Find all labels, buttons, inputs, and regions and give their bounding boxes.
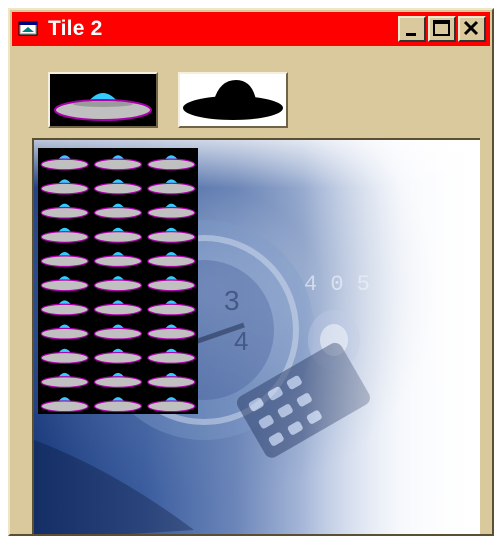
ufo-tile xyxy=(40,179,89,195)
ufo-tile xyxy=(147,276,196,292)
window-app-icon[interactable] xyxy=(18,20,40,38)
ufo-tile xyxy=(40,300,89,316)
minimize-icon xyxy=(406,33,416,36)
ufo-tile xyxy=(40,348,89,364)
ufo-tile xyxy=(40,155,89,171)
ufo-tile xyxy=(93,251,143,268)
ufo-tile xyxy=(147,300,196,316)
ufo-tile xyxy=(147,203,196,219)
maximize-icon xyxy=(433,20,450,36)
tile-picture-area[interactable]: 3 4 4 0 5 xyxy=(32,138,480,534)
ufo-tile xyxy=(147,179,196,195)
ufo-tile xyxy=(93,397,143,413)
ufo-sprite-icon xyxy=(50,74,156,126)
ufo-mask-picture[interactable] xyxy=(178,72,288,128)
ufo-tile xyxy=(147,227,196,243)
ufo-tile xyxy=(40,372,89,388)
close-button[interactable] xyxy=(458,16,486,42)
ufo-tile xyxy=(147,372,196,388)
close-icon xyxy=(463,20,479,36)
window-title: Tile 2 xyxy=(48,17,103,40)
ufo-tile xyxy=(40,276,89,292)
ufo-tile xyxy=(147,348,196,364)
ufo-sprite-picture[interactable] xyxy=(48,72,158,128)
ufo-tile-grid xyxy=(38,148,198,414)
ufo-mask-icon xyxy=(180,74,286,126)
ufo-tile xyxy=(147,397,196,413)
ufo-tile xyxy=(147,251,196,268)
ufo-tile xyxy=(93,348,143,364)
ufo-tile xyxy=(93,179,143,195)
ufo-tile xyxy=(40,324,89,340)
ufo-tile xyxy=(93,227,143,243)
ufo-tile xyxy=(93,372,143,388)
caption-buttons xyxy=(396,16,486,42)
title-bar[interactable]: Tile 2 xyxy=(12,12,490,46)
maximize-button[interactable] xyxy=(428,16,456,42)
ufo-tile xyxy=(40,203,89,219)
tile-window: Tile 2 xyxy=(8,8,494,536)
ufo-tile xyxy=(93,276,143,292)
ufo-tile xyxy=(147,324,196,340)
minimize-button[interactable] xyxy=(398,16,426,42)
ufo-tile xyxy=(93,300,143,316)
ufo-tile xyxy=(93,203,143,219)
ufo-tile xyxy=(40,397,89,413)
ufo-tile-icon xyxy=(40,155,196,413)
ufo-tile xyxy=(93,324,143,340)
ufo-tile xyxy=(40,251,89,268)
ufo-tile xyxy=(93,155,143,171)
ufo-tile xyxy=(147,155,196,171)
ufo-tile xyxy=(40,227,89,243)
